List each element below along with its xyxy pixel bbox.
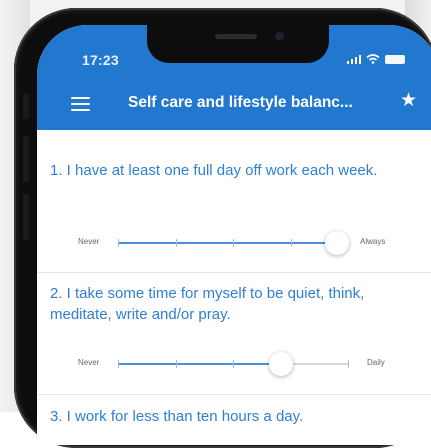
question-3-text: 3. I work for less than ten hours a day.: [50, 408, 304, 425]
slider-fill: [118, 363, 282, 365]
volume-up-button: [23, 136, 29, 182]
volume-down-button: [23, 194, 29, 240]
question-2-slider[interactable]: Never Daily: [50, 348, 400, 378]
speaker-grille: [215, 34, 257, 39]
slider-tick: [118, 239, 119, 247]
status-icons: [346, 54, 405, 64]
slider-min-label: Never: [78, 237, 100, 246]
app-bar: 17:23 Self care and lifestyle balanc... …: [37, 25, 431, 130]
slider-tick: [233, 239, 234, 247]
front-camera: [275, 32, 284, 41]
slider-tick: [233, 360, 234, 368]
divider: [37, 272, 431, 273]
status-time: 17:23: [82, 52, 119, 68]
wifi-icon: [366, 54, 380, 64]
slider-tick: [290, 239, 292, 247]
slider-max-label: Always: [360, 237, 386, 246]
slider-min-label: Never: [78, 358, 100, 367]
slider-tick: [118, 360, 119, 368]
divider: [37, 394, 431, 395]
question-1-slider[interactable]: Never Always: [50, 227, 400, 257]
battery-icon: [385, 54, 405, 64]
page-title: Self care and lifestyle balanc...: [128, 94, 353, 111]
slider-tick: [348, 360, 349, 368]
question-1-text: 1. I have at least one full day off work…: [50, 162, 378, 179]
slider-fill: [118, 242, 337, 244]
slider-track[interactable]: [118, 352, 349, 376]
slider-thumb[interactable]: [269, 352, 294, 376]
notch: [147, 25, 329, 63]
slider-max-label: Daily: [367, 358, 385, 367]
slider-thumb[interactable]: [324, 231, 349, 255]
slider-tick: [175, 360, 177, 368]
question-2-text: 2. I take some time for myself to be qui…: [50, 285, 365, 323]
slider-tick: [175, 239, 177, 247]
phone-screen: 17:23 Self care and lifestyle balanc... …: [37, 25, 431, 445]
star-icon[interactable]: ★: [400, 91, 417, 111]
hamburger-menu-icon[interactable]: [71, 97, 90, 111]
questionnaire: 1. I have at least one full day off work…: [37, 130, 431, 445]
slider-track[interactable]: [118, 231, 349, 255]
mute-switch: [23, 93, 29, 119]
signal-icon: [346, 54, 361, 64]
phone-frame: 17:23 Self care and lifestyle balanc... …: [14, 8, 431, 448]
